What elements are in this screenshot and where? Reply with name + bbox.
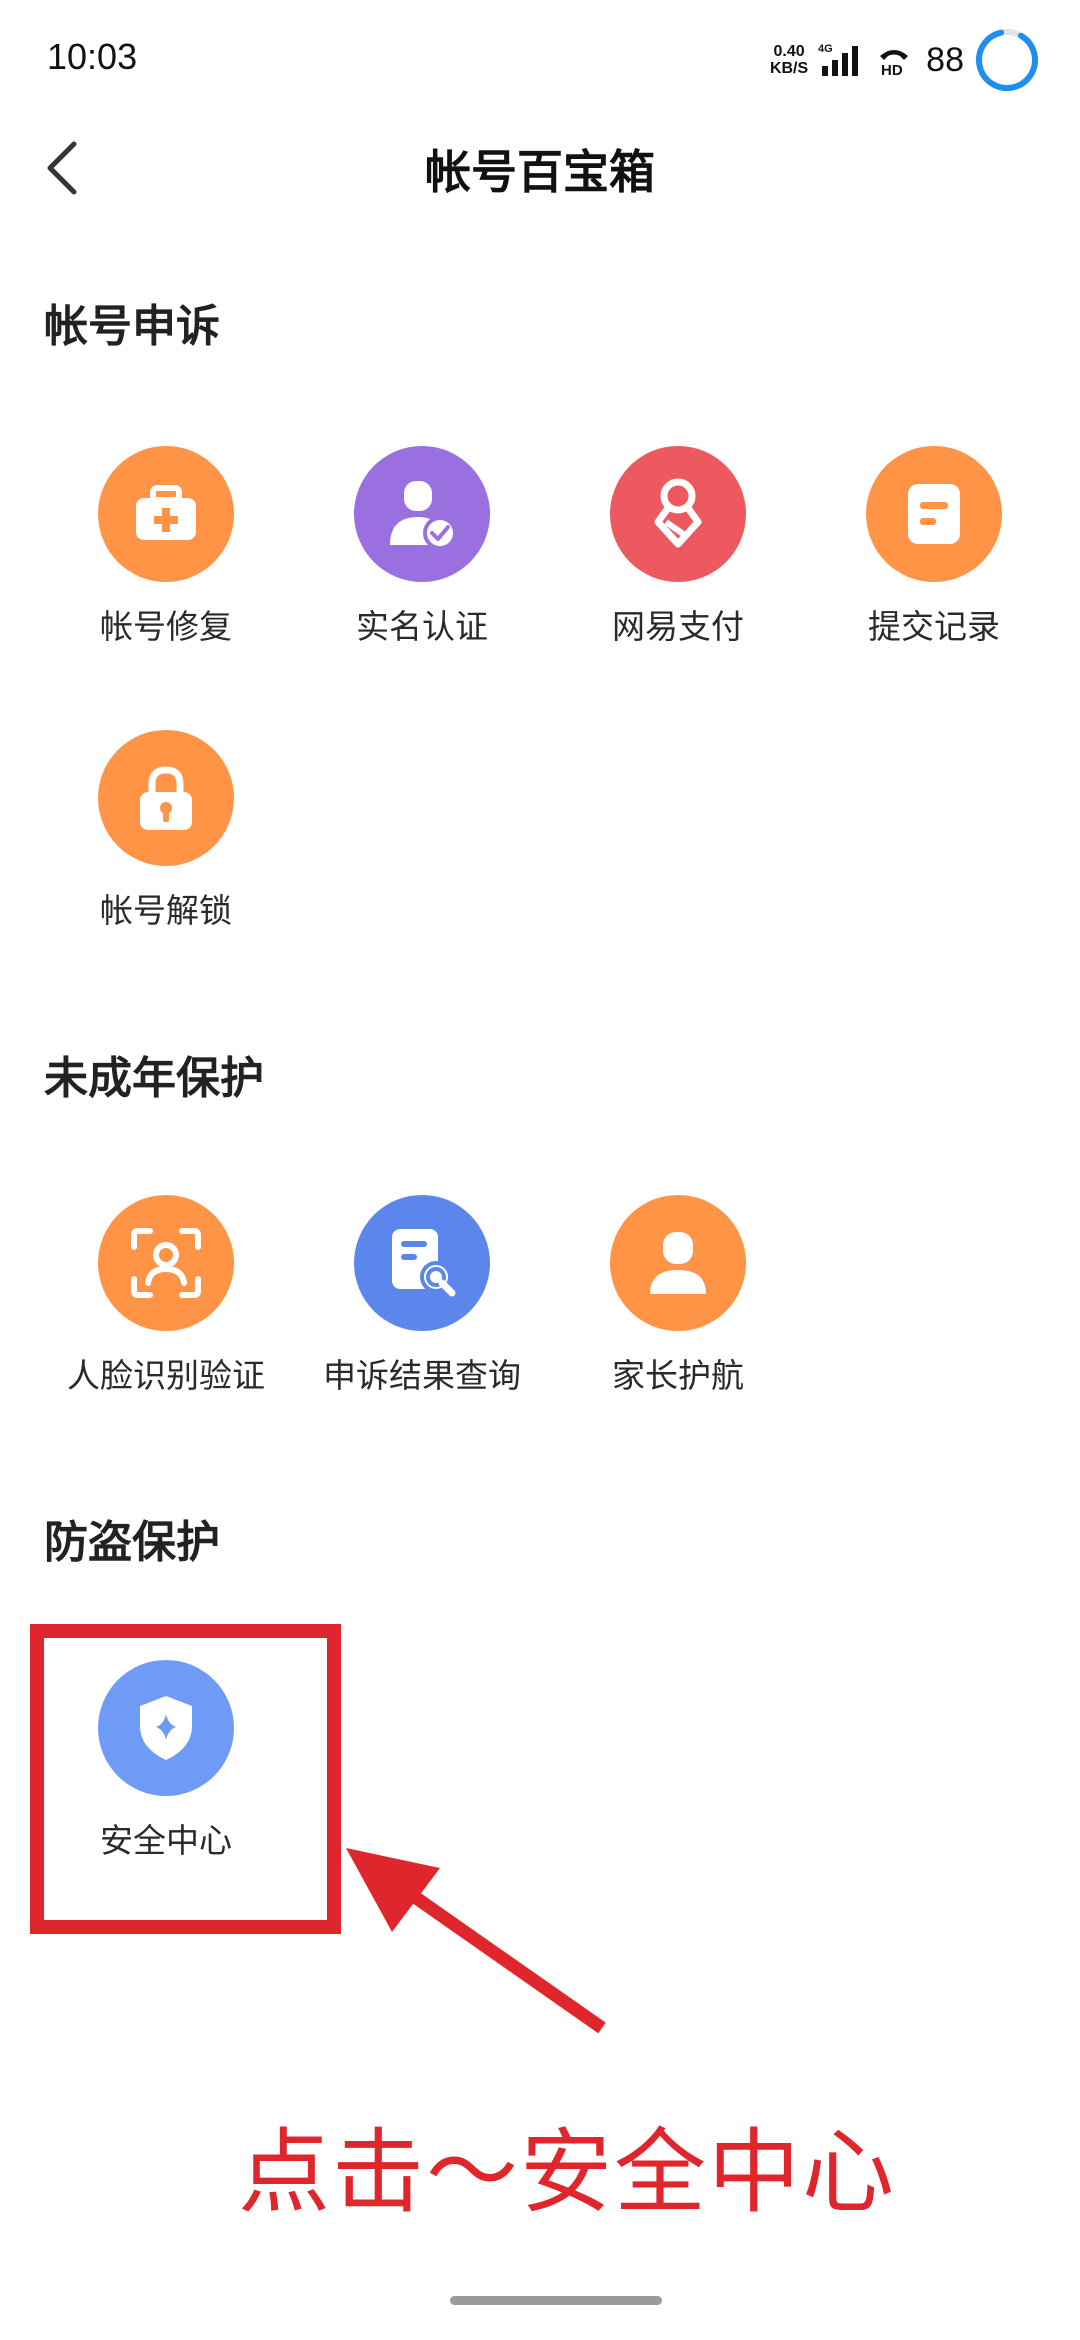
battery-ring-icon xyxy=(976,28,1038,91)
tile-label: 帐号解锁 xyxy=(100,891,232,930)
tile-appeal-result-query[interactable]: 申诉结果查询 xyxy=(294,1195,550,1415)
status-time: 10:03 xyxy=(47,36,138,77)
network-type-label: 4G xyxy=(818,43,833,55)
signal-icon: 4G xyxy=(818,43,859,76)
tile-netease-pay[interactable]: 网易支付 xyxy=(550,446,806,666)
section-title-minor-protection: 未成年保护 xyxy=(44,1053,264,1104)
tile-label: 网易支付 xyxy=(612,607,744,646)
tile-real-name-verification[interactable]: 实名认证 xyxy=(294,446,550,666)
tile-account-unlock[interactable]: 帐号解锁 xyxy=(38,730,294,950)
tile-label: 人脸识别验证 xyxy=(67,1356,265,1395)
status-bar: 10:03 0.40 KB/S 4G HD 88 xyxy=(0,0,1080,120)
tile-label: 提交记录 xyxy=(868,607,1000,646)
document-search-icon xyxy=(354,1195,490,1331)
user-icon xyxy=(610,1195,746,1331)
battery-level: 88 xyxy=(926,40,964,79)
tile-label: 申诉结果查询 xyxy=(323,1356,521,1395)
home-indicator[interactable] xyxy=(450,2296,662,2305)
tile-account-repair[interactable]: 帐号修复 xyxy=(38,446,294,666)
tile-label: 实名认证 xyxy=(356,607,488,646)
network-speed-unit: KB/S xyxy=(769,60,809,77)
annotation-text: 点击～安全中心 xyxy=(238,2119,897,2226)
network-speed: 0.40 KB/S xyxy=(770,43,808,77)
hd-label: HD xyxy=(881,62,903,78)
status-icons: 0.40 KB/S 4G HD 88 xyxy=(770,24,1040,96)
section-title-anti-theft: 防盗保护 xyxy=(44,1517,220,1568)
tile-label: 帐号修复 xyxy=(100,607,232,646)
document-icon xyxy=(866,446,1002,582)
app-header: 帐号百宝箱 xyxy=(0,120,1080,220)
page-title: 帐号百宝箱 xyxy=(425,145,655,199)
lock-icon xyxy=(98,730,234,866)
tile-parental-guard[interactable]: 家长护航 xyxy=(550,1195,806,1415)
tile-face-recognition[interactable]: 人脸识别验证 xyxy=(38,1195,294,1415)
first-aid-kit-icon xyxy=(98,446,234,582)
user-verified-icon xyxy=(354,446,490,582)
tile-label: 家长护航 xyxy=(612,1356,744,1395)
section-title-account-appeal: 帐号申诉 xyxy=(44,301,220,352)
hd-call-icon: HD xyxy=(880,50,909,78)
network-speed-value: 0.40 xyxy=(773,43,805,60)
netease-pay-icon xyxy=(610,446,746,582)
face-scan-icon xyxy=(98,1195,234,1331)
annotation-arrow xyxy=(346,1848,606,2034)
tile-submission-records[interactable]: 提交记录 xyxy=(806,446,1062,666)
highlight-box xyxy=(30,1624,341,1934)
